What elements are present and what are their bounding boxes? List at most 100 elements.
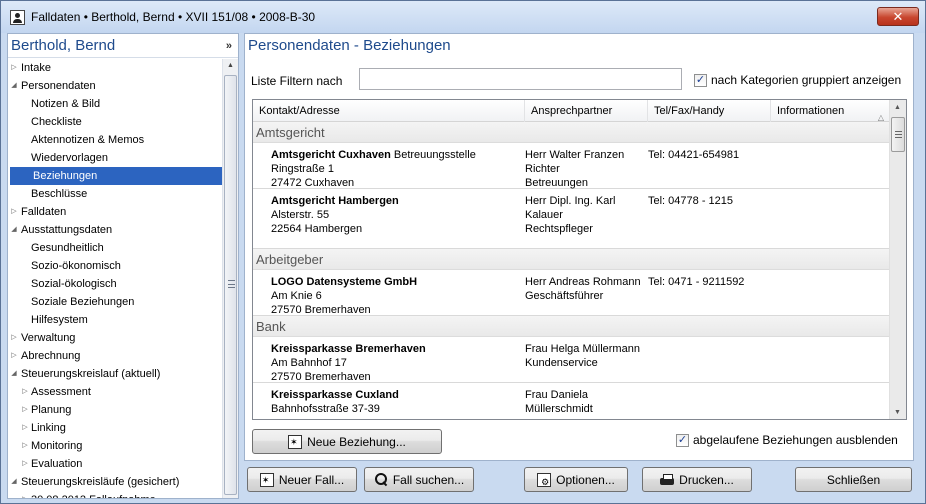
table-row[interactable]: Kreissparkasse Cuxland Bahnhofsstraße 37-… [253, 383, 890, 419]
sidebar-item[interactable]: Sozio-ökonomisch [8, 257, 224, 275]
collapse-arrow-icon[interactable]: ◢ [9, 221, 19, 239]
sidebar-item[interactable]: ▷ Planung [8, 401, 224, 419]
expand-arrow-icon[interactable]: ▷ [9, 329, 19, 347]
scroll-down-arrow-icon[interactable]: ▼ [894, 409, 901, 416]
collapse-chevron-icon[interactable]: » [226, 40, 232, 52]
column-header-contact[interactable]: Kontakt/Adresse [253, 100, 525, 122]
sidebar-item[interactable]: Checkliste [8, 113, 224, 131]
contact-person-line: Geschäftsführer [525, 290, 604, 302]
sidebar-item[interactable]: Sozial-ökologisch [8, 275, 224, 293]
hide-expired-checkbox[interactable]: ✓ abgelaufene Beziehungen ausblenden [676, 433, 898, 447]
contact-person-line: Herr Walter Franzen [525, 149, 625, 161]
group-header[interactable]: Bank [253, 316, 890, 337]
list-body: Amtsgericht Amtsgericht Cuxhaven Betreuun… [253, 122, 890, 419]
checkbox-checked-icon[interactable]: ✓ [676, 433, 689, 447]
grip-icon [895, 131, 902, 138]
sidebar-item[interactable]: ◢ Ausstattungsdaten [8, 221, 224, 239]
list-scroll-thumb[interactable] [891, 117, 905, 152]
contact-name: Kreissparkasse Cuxland [271, 389, 399, 401]
expand-arrow-icon[interactable]: ▷ [20, 437, 30, 455]
sidebar-scroll-thumb[interactable] [224, 75, 237, 495]
sidebar-item[interactable]: Soziale Beziehungen [8, 293, 224, 311]
contact-person-line: Frau Helga Müllermann [525, 343, 640, 355]
contact-person-line: Herr Dipl. Ing. Karl [525, 195, 616, 207]
group-by-category-label: nach Kategorien gruppiert anzeigen [711, 73, 902, 87]
column-header-person[interactable]: Ansprechpartner [525, 100, 648, 122]
column-header-info[interactable]: Informationen △ [771, 100, 890, 122]
close-button[interactable]: Schließen [795, 467, 912, 492]
sidebar-item[interactable]: Gesundheitlich [8, 239, 224, 257]
contact-address-cell: LOGO Datensysteme GmbH Am Knie 6 27570 Bre… [271, 275, 417, 317]
sidebar-item[interactable]: ◢ Steuerungskreislauf (aktuell) [8, 365, 224, 383]
sidebar-item-label: Planung [31, 404, 72, 416]
table-row[interactable]: Amtsgericht Cuxhaven Betreuungsstelle Rin… [253, 143, 890, 189]
printer-icon [660, 473, 675, 487]
sidebar-item[interactable]: ▷ Intake [8, 59, 224, 77]
scroll-up-arrow-icon[interactable]: ▲ [227, 62, 234, 69]
new-case-button[interactable]: Neuer Fall... [247, 467, 357, 492]
group-by-category-checkbox[interactable]: ✓ nach Kategorien gruppiert anzeigen [694, 73, 901, 87]
address-line: Am Bahnhof 17 [271, 357, 347, 369]
expand-arrow-icon[interactable]: ▷ [9, 203, 19, 221]
expand-arrow-icon[interactable]: ▷ [20, 455, 30, 473]
sidebar-item[interactable]: ▷ Assessment [8, 383, 224, 401]
sidebar-item[interactable]: ▷30.08.2012 Fallaufnahme [8, 491, 224, 498]
list-header: Kontakt/Adresse Ansprechpartner Tel/Fax/… [253, 100, 890, 122]
sidebar-item[interactable]: ◢ Steuerungskreisläufe (gesichert) [8, 473, 224, 491]
sidebar-item[interactable]: ▷ Falldaten [8, 203, 224, 221]
sidebar-item-label: 30.08.2012 Fallaufnahme [8, 494, 156, 498]
title-bar[interactable]: Falldaten • Berthold, Bernd • XVII 151/0… [1, 1, 925, 33]
expand-arrow-icon[interactable]: ▷ [20, 401, 30, 419]
options-button[interactable]: Optionen... [524, 467, 628, 492]
sidebar-item-label: Personendaten [21, 80, 96, 92]
expand-arrow-icon[interactable]: ▷ [20, 383, 30, 401]
sidebar-item[interactable]: Beschlüsse [8, 185, 224, 203]
sidebar-item[interactable]: Beziehungen [10, 167, 224, 185]
sidebar-item[interactable]: ▷ Evaluation [8, 455, 224, 473]
collapse-arrow-icon[interactable]: ◢ [9, 365, 19, 383]
sidebar-item[interactable]: ▷ Abrechnung [8, 347, 224, 365]
expand-arrow-icon[interactable]: ▷ [9, 59, 19, 77]
magnifier-icon [374, 472, 388, 487]
sidebar-item[interactable]: ▷ Monitoring [8, 437, 224, 455]
address-line: 27570 Bremerhaven [271, 304, 371, 316]
address-line: Am Knie 6 [271, 290, 322, 302]
print-button[interactable]: Drucken... [642, 467, 752, 492]
scroll-up-arrow-icon[interactable]: ▲ [894, 104, 901, 111]
contact-person-line: Herr Andreas Rohmann [525, 276, 641, 288]
group-header[interactable]: Amtsgericht [253, 122, 890, 143]
new-document-icon [259, 472, 274, 487]
contact-person-cell: Herr Dipl. Ing. Karl Kalauer Rechtspfleger [525, 194, 615, 236]
expand-arrow-icon[interactable]: ▷ [20, 491, 30, 498]
table-row[interactable]: LOGO Datensysteme GmbH Am Knie 6 27570 Bre… [253, 270, 890, 316]
relations-list: Kontakt/Adresse Ansprechpartner Tel/Fax/… [252, 99, 907, 420]
group-header[interactable]: Arbeitgeber [253, 249, 890, 270]
sidebar-item[interactable]: Hilfesystem [8, 311, 224, 329]
table-row[interactable]: Amtsgericht Hambergen Alsterstr. 55 22564 … [253, 189, 890, 249]
phone-cell: Tel: 0471 - 9211592 [648, 276, 745, 288]
sidebar-item[interactable]: ▷ Linking [8, 419, 224, 437]
sidebar-scrollbar[interactable]: ▲ [222, 59, 238, 498]
new-relation-button[interactable]: Neue Beziehung... [252, 429, 442, 454]
expand-arrow-icon[interactable]: ▷ [20, 419, 30, 437]
column-header-phone[interactable]: Tel/Fax/Handy [648, 100, 771, 122]
contact-person-line: Frau Daniela [525, 389, 588, 401]
contact-name-suffix: Betreuungsstelle [390, 149, 476, 161]
list-scrollbar[interactable]: ▲ ▼ [889, 100, 906, 419]
contact-address-cell: Kreissparkasse Bremerhaven Am Bahnhof 17 2… [271, 342, 426, 384]
checkbox-checked-icon[interactable]: ✓ [694, 73, 707, 87]
address-line: 22564 Hambergen [271, 223, 363, 235]
window-close-button[interactable]: ✕ [877, 7, 919, 26]
collapse-arrow-icon[interactable]: ◢ [9, 473, 19, 491]
filter-input[interactable] [359, 68, 682, 90]
sidebar-item[interactable]: Wiedervorlagen [8, 149, 224, 167]
contact-name: Kreissparkasse Bremerhaven [271, 343, 426, 355]
expand-arrow-icon[interactable]: ▷ [9, 347, 19, 365]
sidebar-item[interactable]: ▷ Verwaltung [8, 329, 224, 347]
sidebar-item[interactable]: Notizen & Bild [8, 95, 224, 113]
search-case-button[interactable]: Fall suchen... [364, 467, 474, 492]
collapse-arrow-icon[interactable]: ◢ [9, 77, 19, 95]
table-row[interactable]: Kreissparkasse Bremerhaven Am Bahnhof 17 2… [253, 337, 890, 383]
sidebar-item[interactable]: ◢ Personendaten [8, 77, 224, 95]
sidebar-item[interactable]: Aktennotizen & Memos [8, 131, 224, 149]
